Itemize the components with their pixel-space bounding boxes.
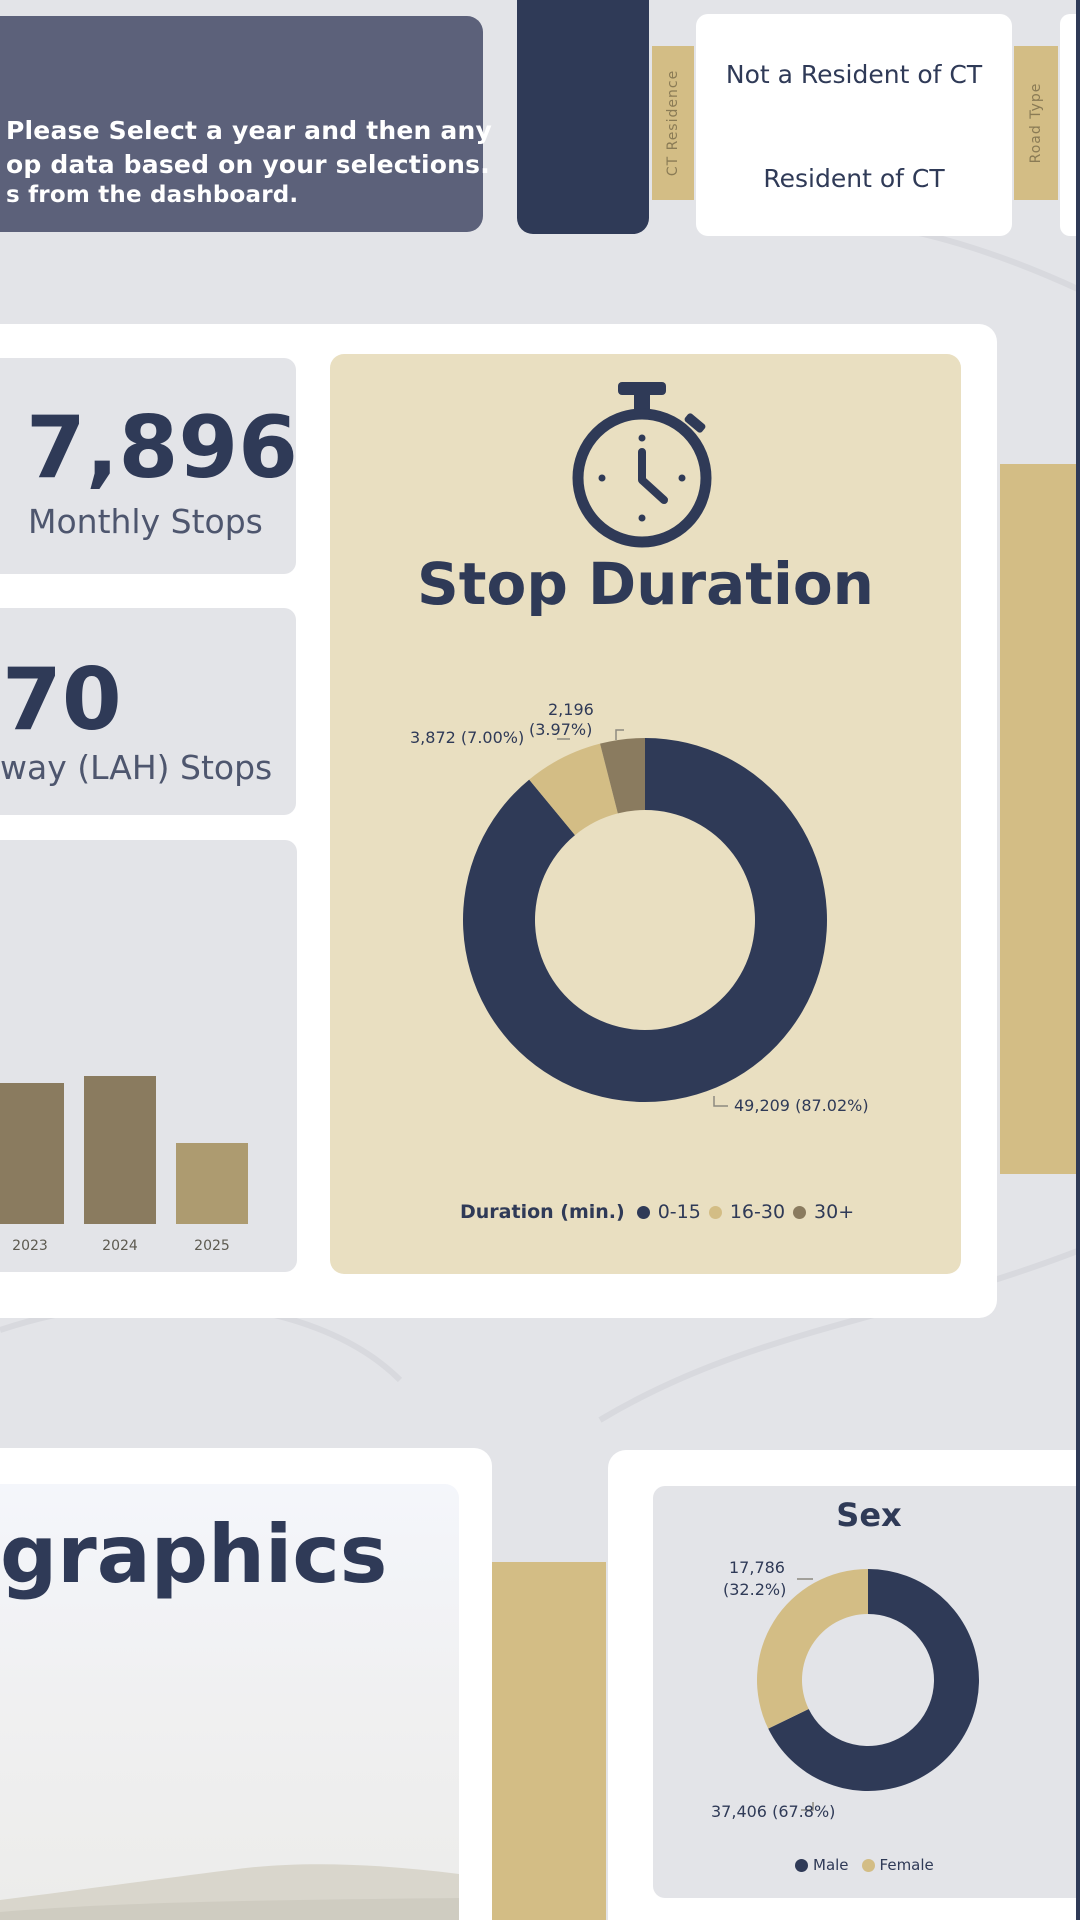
bar-2023[interactable] — [0, 1083, 64, 1224]
duration-legend: Duration (min.) 0-15 16-30 30+ — [460, 1201, 854, 1223]
slicer-option-not-resident[interactable]: Not a Resident of CT — [696, 60, 1012, 89]
label-3872: 3,872 (7.00%) — [410, 728, 525, 747]
year-label-2023: 2023 — [12, 1238, 48, 1254]
slicer-option-resident[interactable]: Resident of CT — [696, 164, 1012, 193]
bar-2025[interactable] — [176, 1143, 248, 1224]
instructions-line-3: s from the dashboard. — [6, 182, 299, 208]
label-17786-pct: (32.2%) — [723, 1580, 787, 1599]
legend-16-30: 16-30 — [729, 1201, 786, 1223]
kpi-monthly-stops: 7,896 Monthly Stops — [0, 358, 299, 574]
label-37406: 37,406 (67.8%) — [711, 1802, 836, 1821]
stop-duration-panel: Stop Duration 3,872 (7.00%) 2,196 (3.97%… — [330, 354, 961, 1274]
legend-0-15: 0-15 — [657, 1201, 701, 1223]
road-type-slicer-edge[interactable] — [1060, 14, 1076, 236]
yearly-bar-chart: 2023 2024 2025 — [0, 840, 297, 1272]
monthly-stops-value: 7,896 — [26, 398, 299, 498]
sex-panel: Sex 17,786 (32.2%) 37,406 (67.8%) Male F… — [653, 1486, 1080, 1898]
ct-residence-slicer: Not a Resident of CT Resident of CT — [696, 14, 1012, 236]
legend-dot-0-15 — [636, 1205, 650, 1219]
lah-stops-label: way (LAH) Stops — [0, 748, 273, 787]
ct-residence-label: CT Residence — [665, 69, 681, 177]
label-49209: 49,209 (87.02%) — [734, 1096, 869, 1115]
road-type-tab: Road Type — [1014, 46, 1058, 200]
legend-dot-30-plus — [793, 1205, 807, 1219]
stop-duration-donut — [463, 729, 827, 1107]
legend-30-plus: 30+ — [814, 1201, 855, 1223]
instructions-card: Please Select a year and then any op dat… — [0, 16, 492, 232]
window-frame-right — [1076, 0, 1080, 1920]
instructions-line-2: op data based on your selections. — [6, 150, 490, 179]
gold-accent-bar-bottom — [492, 1562, 606, 1920]
legend-dot-16-30 — [708, 1205, 722, 1219]
legend-dot-male — [795, 1858, 808, 1872]
ct-residence-tab: CT Residence — [652, 46, 694, 200]
navy-button-tile[interactable] — [517, 0, 649, 234]
legend-dot-female — [861, 1858, 875, 1872]
lah-stops-value: 70 — [2, 650, 122, 750]
label-17786: 17,786 — [729, 1558, 785, 1577]
label-2196-pct: (3.97%) — [529, 720, 593, 739]
hills-illustration — [0, 1864, 459, 1920]
bar-2024[interactable] — [84, 1076, 156, 1224]
instructions-line-1: Please Select a year and then any — [6, 116, 492, 145]
monthly-stops-label: Monthly Stops — [28, 502, 263, 541]
label-2196: 2,196 — [548, 700, 594, 719]
sex-donut — [757, 1569, 979, 1811]
legend-female: Female — [879, 1856, 934, 1874]
gold-accent-bar — [1000, 464, 1080, 1174]
legend-male: Male — [813, 1856, 849, 1874]
sex-legend: Male Female — [795, 1856, 934, 1874]
demographics-title: graphics — [0, 1508, 388, 1601]
year-label-2024: 2024 — [102, 1238, 138, 1254]
road-type-label: Road Type — [1028, 82, 1044, 164]
demographics-hero: graphics — [0, 1484, 459, 1920]
bar-plot-area — [0, 1076, 297, 1224]
kpi-lah-stops: 70 way (LAH) Stops — [0, 608, 296, 815]
year-label-2025: 2025 — [194, 1238, 230, 1254]
legend-title: Duration (min.) — [460, 1201, 625, 1223]
